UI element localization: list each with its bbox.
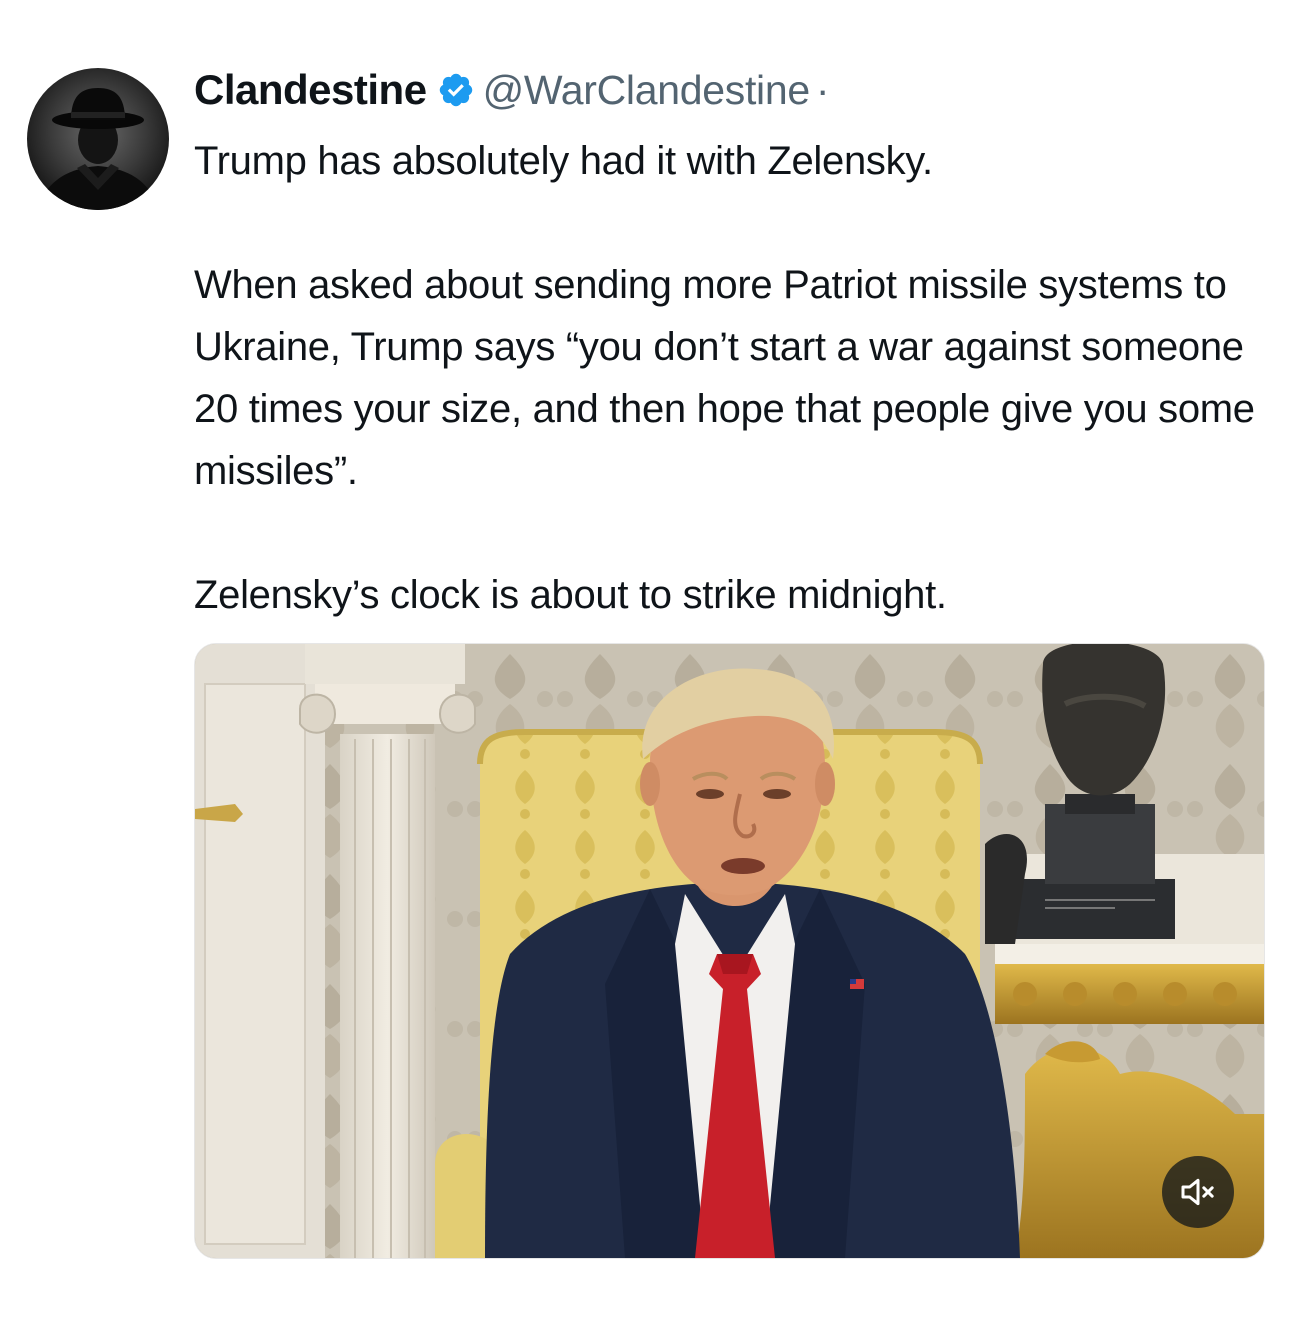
author-handle[interactable]: @WarClandestine <box>483 67 811 114</box>
video-player[interactable] <box>194 643 1265 1259</box>
video-frame <box>195 644 1264 1258</box>
tweet-text: Trump has absolutely had it with Zelensk… <box>194 130 1269 626</box>
speaker-muted-icon <box>1181 1178 1214 1206</box>
header-separator: · <box>815 66 830 113</box>
author-display-name[interactable]: Clandestine <box>194 66 427 114</box>
author-avatar[interactable] <box>27 68 169 210</box>
tweet-text-paragraph-3: Zelensky’s clock is about to strike midn… <box>194 573 947 617</box>
tweet-text-line-1: Trump has absolutely had it with Zelensk… <box>194 139 933 183</box>
mute-toggle-button[interactable] <box>1162 1156 1234 1228</box>
verified-badge-icon[interactable] <box>437 71 475 109</box>
avatar-silhouette-fedora-icon <box>37 88 159 210</box>
tweet-text-paragraph-2: When asked about sending more Patriot mi… <box>194 263 1255 493</box>
tweet-header: Clandestine @WarClandestine · <box>194 62 830 118</box>
